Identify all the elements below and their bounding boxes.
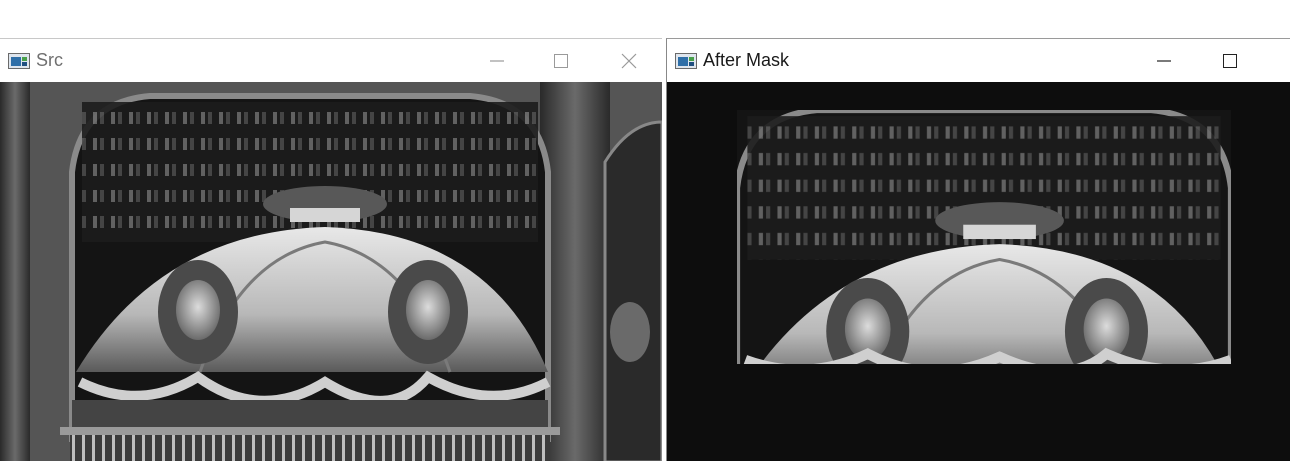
window-src[interactable]: Src [0, 38, 662, 461]
image-canvas-after-mask[interactable] [667, 82, 1290, 461]
titlebar-after-mask[interactable]: After Mask [667, 39, 1290, 82]
close-button[interactable] [606, 39, 652, 82]
minimize-icon [490, 59, 504, 62]
maximize-icon [1223, 53, 1237, 68]
image-canvas-src[interactable] [0, 82, 662, 461]
source-image [0, 82, 662, 461]
titlebar-src[interactable]: Src [0, 39, 662, 82]
window-after-mask[interactable]: After Mask [666, 38, 1290, 461]
maximize-button[interactable] [538, 39, 584, 82]
maximize-button[interactable] [1207, 39, 1253, 82]
app-icon [675, 52, 697, 69]
masked-image [737, 110, 1231, 364]
minimize-button[interactable] [1141, 39, 1187, 82]
minimize-icon [1157, 59, 1171, 62]
app-icon [8, 52, 30, 69]
minimize-button[interactable] [474, 39, 520, 82]
window-title-src: Src [36, 50, 63, 70]
window-title-after-mask: After Mask [703, 50, 790, 70]
maximize-icon [554, 53, 568, 68]
close-icon [621, 53, 637, 68]
